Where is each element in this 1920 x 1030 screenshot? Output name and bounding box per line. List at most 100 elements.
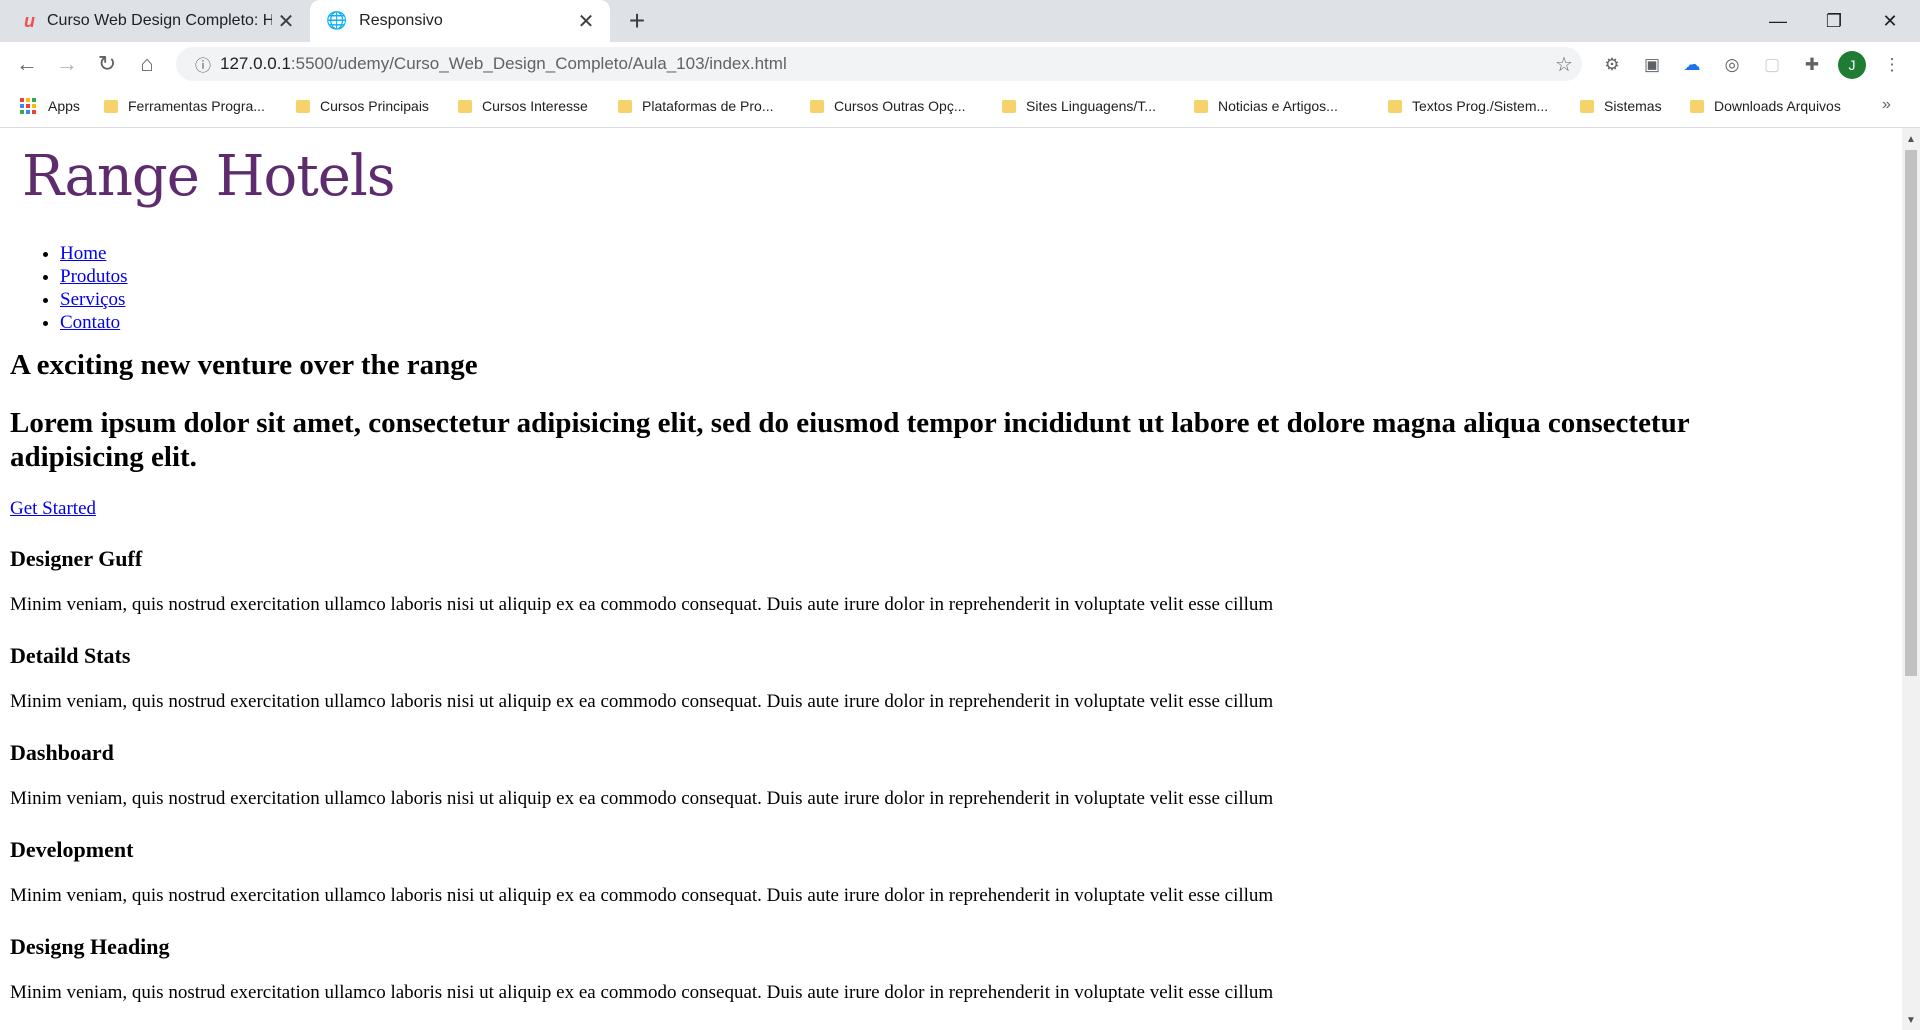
- nav-link-home[interactable]: Home: [60, 243, 106, 264]
- tab-title: Curso Web Design Completo: HT: [47, 12, 272, 29]
- extensions-puzzle-icon[interactable]: ✚: [1800, 53, 1824, 77]
- bookmark-label: Downloads Arquivos: [1714, 98, 1841, 114]
- feature-text: Minim veniam, quis nostrud exercitation …: [10, 594, 1274, 615]
- address-bar[interactable]: ⓘ 127.0.0.1:5500/udemy/Curso_Web_Design_…: [176, 47, 1582, 81]
- page-viewport: Range Hotels Home Produtos Serviços Cont…: [0, 128, 1902, 1030]
- vertical-scrollbar[interactable]: ▲ ▼: [1902, 128, 1920, 1030]
- close-tab-icon[interactable]: ✕: [572, 9, 600, 34]
- feature-title: Detaild Stats: [10, 643, 131, 668]
- feature-section: Detaild Stats Minim veniam, quis nostrud…: [10, 643, 1273, 712]
- minimize-button[interactable]: —: [1750, 0, 1806, 42]
- folder-icon: [618, 99, 632, 113]
- tab-title: Responsivo: [359, 12, 443, 29]
- udemy-logo-icon: u: [24, 10, 35, 31]
- url-host: 127.0.0.1: [220, 54, 291, 73]
- forward-button[interactable]: →: [52, 49, 82, 79]
- browser-toolbar: ← → ↻ ⌂ ⓘ 127.0.0.1:5500/udemy/Curso_Web…: [0, 42, 1920, 86]
- extension-blank-icon[interactable]: ▢: [1760, 53, 1784, 77]
- feature-title: Development: [10, 837, 134, 862]
- url-text: 127.0.0.1:5500/udemy/Curso_Web_Design_Co…: [220, 54, 1546, 74]
- bookmark-label: Textos Prog./Sistem...: [1412, 98, 1549, 114]
- bookmark-folder[interactable]: Sistemas: [1580, 98, 1662, 114]
- extension-cloud-icon[interactable]: ☁: [1680, 53, 1704, 77]
- feature-section: Dashboard Minim veniam, quis nostrud exe…: [10, 740, 1273, 809]
- bookmark-label: Apps: [48, 98, 80, 114]
- bookmark-folder[interactable]: Sites Linguagens/T...: [1002, 98, 1156, 114]
- info-icon[interactable]: ⓘ: [186, 52, 220, 76]
- menu-kebab-icon[interactable]: ⋮: [1880, 53, 1904, 77]
- apps-grid-icon: [20, 98, 36, 114]
- bookmarks-overflow-button[interactable]: »: [1882, 96, 1891, 114]
- globe-icon: 🌐: [326, 11, 348, 30]
- feature-title: Dashboard: [10, 740, 114, 765]
- bookmark-folder[interactable]: Cursos Principais: [296, 98, 429, 114]
- extension-screenshot-icon[interactable]: ▣: [1640, 53, 1664, 77]
- bookmark-label: Sistemas: [1604, 98, 1662, 114]
- folder-icon: [458, 99, 472, 113]
- home-button[interactable]: ⌂: [132, 49, 162, 79]
- hero-subheadline: Lorem ipsum dolor sit amet, consectetur …: [10, 407, 1690, 473]
- folder-icon: [1580, 99, 1594, 113]
- close-window-button[interactable]: ✕: [1862, 0, 1918, 42]
- bookmark-star-icon[interactable]: ☆: [1546, 52, 1582, 77]
- bookmark-label: Plataformas de Pro...: [642, 98, 774, 114]
- nav-item: Serviços: [60, 288, 128, 311]
- tab-udemy[interactable]: u Curso Web Design Completo: HT ✕: [10, 0, 310, 42]
- feature-text: Minim veniam, quis nostrud exercitation …: [10, 982, 1274, 1003]
- get-started-link[interactable]: Get Started: [10, 498, 96, 520]
- bookmark-folder[interactable]: Noticias e Artigos...: [1194, 98, 1338, 114]
- restore-button[interactable]: ❐: [1806, 0, 1862, 42]
- tab-responsivo[interactable]: 🌐 Responsivo ✕: [310, 0, 610, 42]
- scroll-down-arrow-icon[interactable]: ▼: [1902, 1015, 1920, 1026]
- folder-icon: [296, 99, 310, 113]
- logo-text: Range Hotels: [22, 144, 396, 209]
- feature-title: Designg Heading: [10, 934, 170, 959]
- folder-icon: [1194, 99, 1208, 113]
- bookmark-apps[interactable]: Apps: [20, 98, 80, 114]
- bookmark-folder[interactable]: Plataformas de Pro...: [618, 98, 774, 114]
- main-nav: Home Produtos Serviços Contato: [0, 242, 128, 334]
- bookmark-label: Ferramentas Progra...: [128, 98, 265, 114]
- extension-code-icon[interactable]: ◎: [1720, 53, 1744, 77]
- folder-icon: [1002, 99, 1016, 113]
- nav-link-contato[interactable]: Contato: [60, 312, 120, 333]
- bookmark-folder[interactable]: Textos Prog./Sistem...: [1388, 98, 1548, 114]
- back-button[interactable]: ←: [12, 49, 42, 79]
- folder-icon: [1388, 99, 1402, 113]
- nav-link-servicos[interactable]: Serviços: [60, 289, 125, 310]
- feature-text: Minim veniam, quis nostrud exercitation …: [10, 788, 1274, 809]
- nav-item: Produtos: [60, 265, 128, 288]
- feature-section: Development Minim veniam, quis nostrud e…: [10, 837, 1273, 906]
- tab-strip: u Curso Web Design Completo: HT ✕ 🌐 Resp…: [0, 0, 1920, 42]
- bookmark-label: Cursos Principais: [320, 98, 429, 114]
- close-tab-icon[interactable]: ✕: [272, 9, 300, 34]
- bookmark-folder[interactable]: Downloads Arquivos: [1690, 98, 1841, 114]
- reload-button[interactable]: ↻: [92, 49, 122, 79]
- bookmark-label: Cursos Outras Opç...: [834, 98, 966, 114]
- scroll-up-arrow-icon[interactable]: ▲: [1902, 134, 1920, 145]
- folder-icon: [810, 99, 824, 113]
- scrollbar-thumb[interactable]: [1905, 150, 1917, 676]
- nav-item: Home: [60, 242, 128, 265]
- extension-gear-icon[interactable]: ⚙: [1600, 53, 1624, 77]
- url-path: :5500/udemy/Curso_Web_Design_Completo/Au…: [290, 54, 787, 73]
- bookmark-folder[interactable]: Cursos Outras Opç...: [810, 98, 965, 114]
- new-tab-button[interactable]: +: [622, 6, 652, 36]
- bookmark-folder[interactable]: Cursos Interesse: [458, 98, 588, 114]
- bookmark-label: Noticias e Artigos...: [1218, 98, 1338, 114]
- folder-icon: [104, 99, 118, 113]
- feature-text: Minim veniam, quis nostrud exercitation …: [10, 885, 1274, 906]
- profile-avatar[interactable]: J: [1838, 51, 1866, 79]
- bookmarks-bar: Apps Ferramentas Progra... Cursos Princi…: [0, 86, 1920, 128]
- bookmark-folder[interactable]: Ferramentas Progra...: [104, 98, 265, 114]
- nav-item: Contato: [60, 311, 128, 334]
- feature-title: Designer Guff: [10, 546, 143, 571]
- feature-text: Minim veniam, quis nostrud exercitation …: [10, 691, 1274, 712]
- nav-link-produtos[interactable]: Produtos: [60, 266, 128, 287]
- feature-section: Designer Guff Minim veniam, quis nostrud…: [10, 546, 1273, 615]
- hero-headline: A exciting new venture over the range: [10, 349, 478, 381]
- bookmark-label: Sites Linguagens/T...: [1026, 98, 1156, 114]
- folder-icon: [1690, 99, 1704, 113]
- site-logo[interactable]: Range Hotels: [22, 144, 396, 209]
- bookmark-label: Cursos Interesse: [482, 98, 588, 114]
